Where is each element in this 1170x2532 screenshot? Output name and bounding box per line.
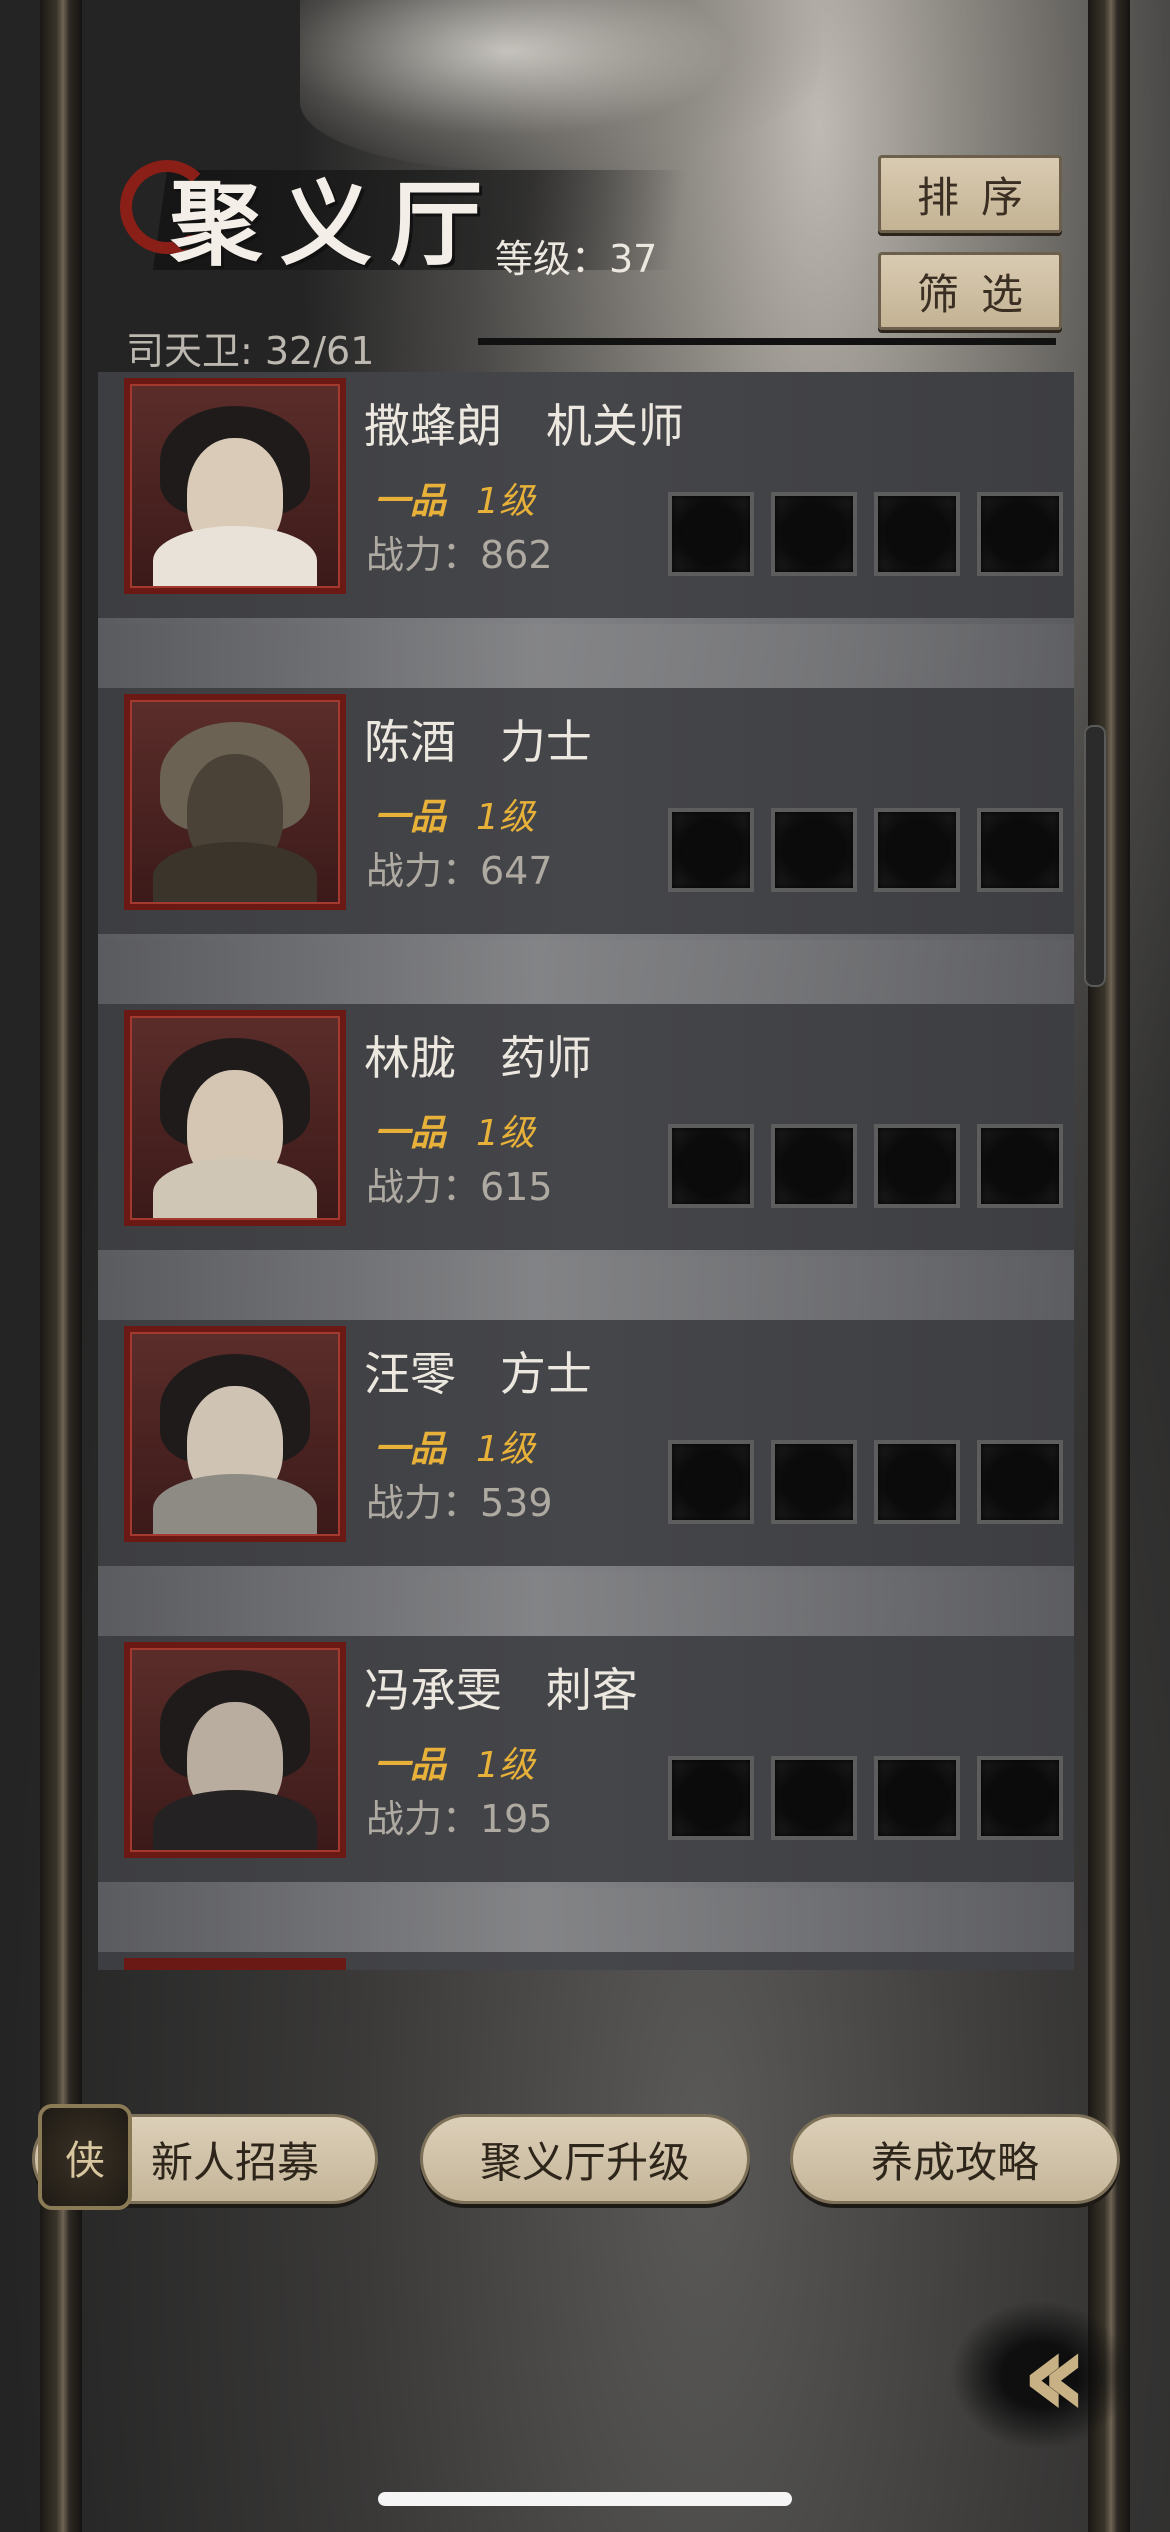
equip-slot[interactable]	[977, 1440, 1063, 1524]
hero-portrait	[124, 1958, 346, 1970]
equip-slot[interactable]	[668, 1756, 754, 1840]
hero-name: 林胧 药师	[364, 1031, 592, 1085]
hero-power: 战力：539	[366, 1481, 553, 1525]
equipment-slots	[668, 1440, 1063, 1524]
hero-card[interactable]	[98, 1952, 1074, 1970]
hero-card[interactable]: 林胧 药师 一品 1级 战力：615	[98, 1004, 1074, 1256]
hero-name: 冯承雯 刺客	[364, 1663, 638, 1717]
equip-slot[interactable]	[977, 808, 1063, 892]
hero-rank: 一品 1级	[374, 1736, 535, 1788]
hero-card[interactable]: 汪零 方士 一品 1级 战力：539	[98, 1320, 1074, 1572]
sort-button[interactable]: 排序	[878, 155, 1062, 233]
card-divider	[98, 618, 1074, 688]
hero-portrait	[124, 694, 346, 910]
hero-grade: 一品	[374, 1745, 447, 1786]
hero-level: 1级	[476, 1745, 535, 1786]
equip-slot[interactable]	[874, 492, 960, 576]
hall-level: 等级：37	[495, 237, 658, 281]
hero-grade: 一品	[374, 1429, 447, 1470]
equip-slot[interactable]	[977, 1756, 1063, 1840]
equip-slot[interactable]	[668, 1440, 754, 1524]
equip-slot[interactable]	[668, 1124, 754, 1208]
hero-card[interactable]: 冯承雯 刺客 一品 1级 战力：195	[98, 1636, 1074, 1888]
hero-portrait	[124, 1010, 346, 1226]
filter-button[interactable]: 筛选	[878, 252, 1062, 330]
equip-slot[interactable]	[771, 1440, 857, 1524]
home-indicator[interactable]	[378, 2492, 792, 2506]
divider	[478, 338, 1056, 345]
hero-name: 撒蜂朗 机关师	[364, 399, 684, 453]
equipment-slots	[668, 1124, 1063, 1208]
equip-slot[interactable]	[771, 808, 857, 892]
hero-level: 1级	[476, 1429, 535, 1470]
equipment-slots	[668, 1756, 1063, 1840]
hero-grade: 一品	[374, 481, 447, 522]
equip-slot[interactable]	[771, 1124, 857, 1208]
hero-card[interactable]: 陈酒 力士 一品 1级 战力：647	[98, 688, 1074, 940]
hero-rank: 一品 1级	[374, 472, 535, 524]
equip-slot[interactable]	[977, 492, 1063, 576]
equipment-slots	[668, 492, 1063, 576]
equip-slot[interactable]	[771, 1756, 857, 1840]
hero-name: 汪零 方士	[364, 1347, 592, 1401]
hero-level: 1级	[476, 481, 535, 522]
equip-slot[interactable]	[874, 1756, 960, 1840]
hero-rank: 一品 1级	[374, 1420, 535, 1472]
equip-slot[interactable]	[874, 808, 960, 892]
equip-slot[interactable]	[874, 1124, 960, 1208]
hero-power: 战力：615	[366, 1165, 553, 1209]
hero-card[interactable]: 撒蜂朗 机关师 一品 1级 战力：862	[98, 372, 1074, 624]
hero-level: 1级	[476, 1113, 535, 1154]
hall-upgrade-button[interactable]: 聚义厅升级	[420, 2114, 750, 2204]
double-chevron-left-icon[interactable]: ‹‹	[950, 2300, 1130, 2450]
card-divider	[98, 1566, 1074, 1636]
equip-slot[interactable]	[668, 808, 754, 892]
hero-power: 战力：195	[366, 1797, 553, 1841]
hero-grade: 一品	[374, 1113, 447, 1154]
hero-power: 战力：647	[366, 849, 553, 893]
equip-slot[interactable]	[874, 1440, 960, 1524]
hero-name: 陈酒 力士	[364, 715, 592, 769]
equipment-slots	[668, 808, 1063, 892]
card-divider	[98, 934, 1074, 1004]
hero-list[interactable]: 撒蜂朗 机关师 一品 1级 战力：862 陈酒 力士 一品 1级 战力：647 林胧…	[98, 372, 1074, 1970]
hero-power: 战力：862	[366, 533, 553, 577]
hero-rank: 一品 1级	[374, 788, 535, 840]
page-title: 聚义厅	[170, 170, 501, 278]
guide-button[interactable]: 养成攻略	[790, 2114, 1120, 2204]
hero-portrait	[124, 1642, 346, 1858]
card-divider	[98, 1250, 1074, 1320]
hero-level: 1级	[476, 797, 535, 838]
equip-slot[interactable]	[771, 492, 857, 576]
guard-count: 司天卫: 32/61	[126, 329, 375, 373]
hero-grade: 一品	[374, 797, 447, 838]
hero-portrait	[124, 1326, 346, 1542]
recruit-icon: 侠	[38, 2104, 132, 2210]
equip-slot[interactable]	[668, 492, 754, 576]
equip-slot[interactable]	[977, 1124, 1063, 1208]
hero-portrait	[124, 378, 346, 594]
hero-rank: 一品 1级	[374, 1104, 535, 1156]
card-divider	[98, 1882, 1074, 1952]
scrollbar[interactable]	[1084, 725, 1106, 987]
